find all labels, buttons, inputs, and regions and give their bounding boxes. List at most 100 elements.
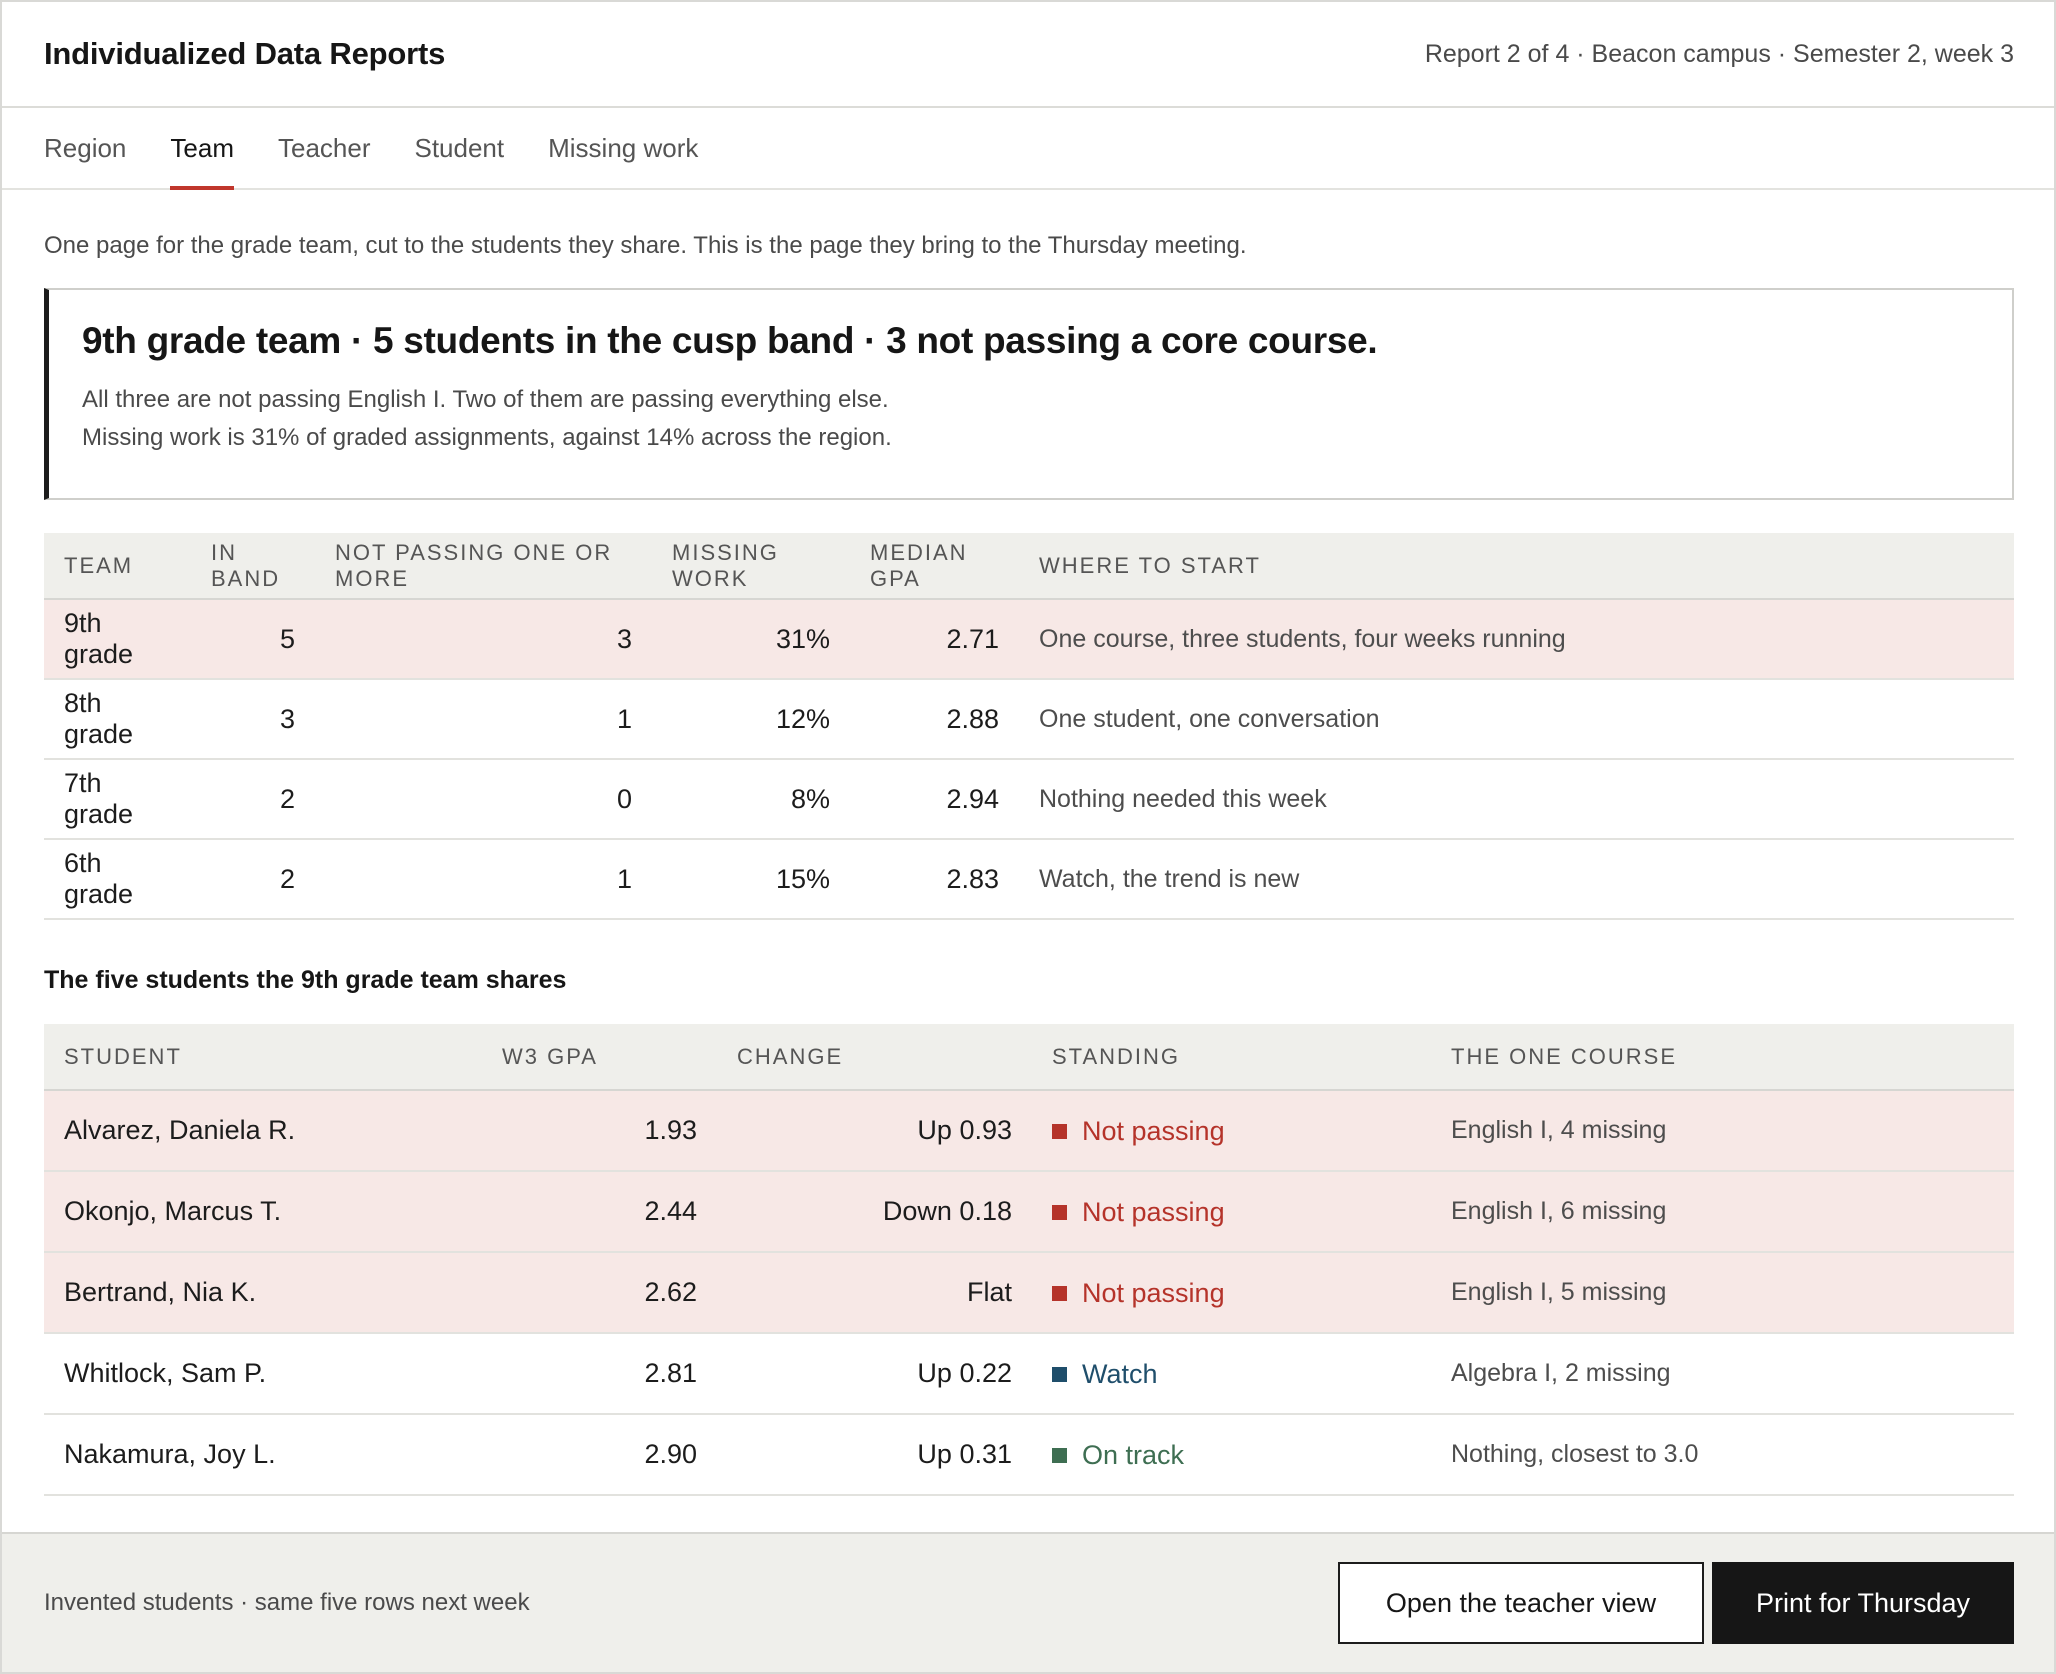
one-course: Algebra I, 2 missing — [1431, 1333, 2014, 1415]
standing-cell: On track — [1032, 1414, 1431, 1496]
w3-gpa: 1.93 — [482, 1090, 717, 1172]
status-badge: Watch — [1052, 1359, 1158, 1390]
where-to-start: One course, three students, four weeks r… — [1019, 599, 2014, 680]
print-for-thursday-button[interactable]: Print for Thursday — [1712, 1562, 2014, 1644]
status-badge: Not passing — [1052, 1278, 1225, 1309]
gpa-change: Up 0.31 — [717, 1414, 1032, 1496]
standing-cell: Not passing — [1032, 1252, 1431, 1334]
missing-work-pct: 31% — [652, 599, 850, 680]
standing-label: Watch — [1082, 1358, 1158, 1389]
column-header-where-to-start: Where to start — [1019, 533, 2014, 600]
status-square-icon — [1052, 1447, 1067, 1463]
one-course: Nothing, closest to 3.0 — [1431, 1414, 2014, 1496]
footer-bar: Invented students · same five rows next … — [2, 1532, 2054, 1672]
gpa-change: Up 0.93 — [717, 1090, 1032, 1172]
table-row[interactable]: 6th grade 2 1 15% 2.83 Watch, the trend … — [44, 839, 2014, 920]
table-row[interactable]: Okonjo, Marcus T. 2.44 Down 0.18 Not pas… — [44, 1171, 2014, 1253]
student-name: Bertrand, Nia K. — [44, 1252, 482, 1334]
standing-label: Not passing — [1082, 1277, 1225, 1308]
table-row[interactable]: 9th grade 5 3 31% 2.71 One course, three… — [44, 599, 2014, 680]
column-header-student: Student — [44, 1024, 482, 1091]
student-name: Nakamura, Joy L. — [44, 1414, 482, 1496]
in-band-count: 2 — [191, 759, 315, 840]
in-band-count: 2 — [191, 839, 315, 920]
table-row[interactable]: 7th grade 2 0 8% 2.94 Nothing needed thi… — [44, 759, 2014, 840]
one-course: English I, 6 missing — [1431, 1171, 2014, 1253]
tab-team[interactable]: Team — [170, 108, 234, 190]
student-name: Whitlock, Sam P. — [44, 1333, 482, 1415]
callout-line: All three are not passing English I. Two… — [82, 386, 889, 413]
table-row[interactable]: Alvarez, Daniela R. 1.93 Up 0.93 Not pas… — [44, 1090, 2014, 1172]
callout-headline: 9th grade team · 5 students in the cusp … — [82, 320, 1378, 361]
table-row[interactable]: 8th grade 3 1 12% 2.88 One student, one … — [44, 679, 2014, 760]
app-title: Individualized Data Reports — [44, 36, 446, 71]
tab-region[interactable]: Region — [44, 108, 126, 188]
not-passing-count: 3 — [315, 599, 652, 680]
table-header-row: Student W3 GPA Change Standing The one c… — [44, 1024, 2014, 1091]
tab-teacher[interactable]: Teacher — [278, 108, 371, 188]
in-band-count: 3 — [191, 679, 315, 760]
one-course: English I, 4 missing — [1431, 1090, 2014, 1172]
team-name: 9th grade — [44, 599, 191, 680]
standing-label: Not passing — [1082, 1196, 1225, 1227]
standing-cell: Not passing — [1032, 1171, 1431, 1253]
student-name: Alvarez, Daniela R. — [44, 1090, 482, 1172]
not-passing-count: 0 — [315, 759, 652, 840]
tab-student[interactable]: Student — [414, 108, 504, 188]
column-header-median-gpa: Median GPA — [850, 533, 1019, 600]
tab-missing-work[interactable]: Missing work — [548, 108, 698, 188]
table-header-row: Team In band Not passing one or more Mis… — [44, 533, 2014, 600]
table-row[interactable]: Nakamura, Joy L. 2.90 Up 0.31 On track N… — [44, 1414, 2014, 1496]
column-header-the-one-course: The one course — [1431, 1024, 2014, 1091]
students-section-title: The five students the 9th grade team sha… — [44, 966, 567, 994]
callout-line: Missing work is 31% of graded assignment… — [82, 424, 892, 451]
column-header-w3-gpa: W3 GPA — [482, 1024, 717, 1091]
median-gpa: 2.88 — [850, 679, 1019, 760]
missing-work-pct: 15% — [652, 839, 850, 920]
w3-gpa: 2.62 — [482, 1252, 717, 1334]
w3-gpa: 2.81 — [482, 1333, 717, 1415]
column-header-in-band: In band — [191, 533, 315, 600]
not-passing-count: 1 — [315, 679, 652, 760]
status-badge: Not passing — [1052, 1116, 1225, 1147]
team-name: 7th grade — [44, 759, 191, 840]
median-gpa: 2.94 — [850, 759, 1019, 840]
table-row[interactable]: Bertrand, Nia K. 2.62 Flat Not passing E… — [44, 1252, 2014, 1334]
students-table: Student W3 GPA Change Standing The one c… — [44, 1024, 2014, 1496]
app-header: Individualized Data Reports Report 2 of … — [2, 2, 2054, 108]
open-teacher-view-button[interactable]: Open the teacher view — [1338, 1562, 1704, 1644]
missing-work-pct: 8% — [652, 759, 850, 840]
in-band-count: 5 — [191, 599, 315, 680]
status-square-icon — [1052, 1123, 1067, 1139]
report-meta: Report 2 of 4 · Beacon campus · Semester… — [1424, 39, 2014, 68]
gpa-change: Flat — [717, 1252, 1032, 1334]
table-row[interactable]: Whitlock, Sam P. 2.81 Up 0.22 Watch Alge… — [44, 1333, 2014, 1415]
standing-cell: Watch — [1032, 1333, 1431, 1415]
w3-gpa: 2.44 — [482, 1171, 717, 1253]
report-window: Individualized Data Reports Report 2 of … — [0, 0, 2056, 1674]
status-badge: Not passing — [1052, 1197, 1225, 1228]
column-header-missing-work: Missing work — [652, 533, 850, 600]
median-gpa: 2.83 — [850, 839, 1019, 920]
where-to-start: One student, one conversation — [1019, 679, 2014, 760]
status-square-icon — [1052, 1366, 1067, 1382]
footer-actions: Open the teacher view Print for Thursday — [1338, 1562, 2014, 1644]
gpa-change: Up 0.22 — [717, 1333, 1032, 1415]
column-header-not-passing: Not passing one or more — [315, 533, 652, 600]
student-name: Okonjo, Marcus T. — [44, 1171, 482, 1253]
report-tabs: Region Team Teacher Student Missing work — [2, 108, 2054, 190]
standing-label: Not passing — [1082, 1115, 1225, 1146]
column-header-standing: Standing — [1032, 1024, 1431, 1091]
standing-cell: Not passing — [1032, 1090, 1431, 1172]
status-badge: On track — [1052, 1440, 1184, 1471]
column-header-team: Team — [44, 533, 191, 600]
where-to-start: Nothing needed this week — [1019, 759, 2014, 840]
one-course: English I, 5 missing — [1431, 1252, 2014, 1334]
standing-label: On track — [1082, 1439, 1185, 1470]
where-to-start: Watch, the trend is new — [1019, 839, 2014, 920]
team-name: 6th grade — [44, 839, 191, 920]
team-name: 8th grade — [44, 679, 191, 760]
missing-work-pct: 12% — [652, 679, 850, 760]
column-header-change: Change — [717, 1024, 1032, 1091]
gpa-change: Down 0.18 — [717, 1171, 1032, 1253]
